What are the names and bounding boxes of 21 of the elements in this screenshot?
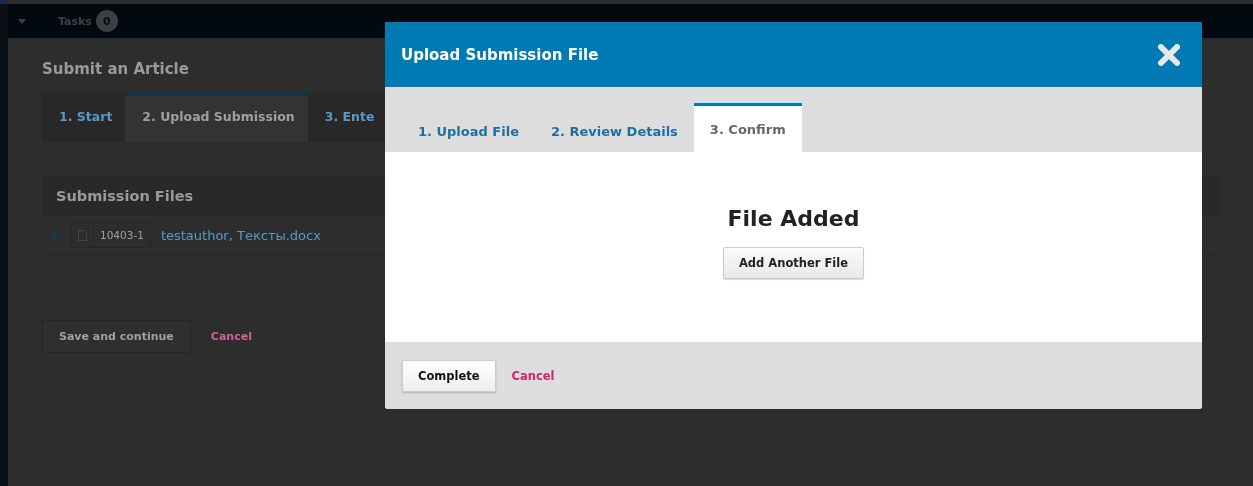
tab[interactable]: 1. Start — [42, 93, 126, 142]
add-file-button[interactable]: Add Another File — [722, 247, 865, 279]
file-id: 10403-1 — [93, 223, 150, 247]
confirmation-heading: File Added — [727, 206, 860, 231]
tab[interactable]: 1. Upload File — [402, 110, 535, 152]
save-button[interactable]: Save and continue — [42, 320, 191, 353]
file-link[interactable]: testauthor, Тексты.docx — [160, 227, 321, 243]
modal-title: Upload Submission File — [401, 45, 599, 64]
tab[interactable]: 2. Upload Submission — [125, 93, 308, 142]
caret-icon[interactable] — [18, 18, 26, 24]
page-title: Submit an Article — [42, 60, 190, 80]
tab[interactable]: 3. Confirm — [693, 103, 802, 152]
close-icon[interactable] — [1158, 43, 1180, 66]
tab[interactable]: 2. Review Details — [535, 110, 694, 152]
tab[interactable]: 3. Ente — [307, 93, 388, 142]
tasks-count: 0 — [95, 10, 118, 32]
cancel-link[interactable]: Cancel — [210, 330, 252, 343]
cancel-link[interactable]: Cancel — [511, 368, 555, 383]
expand-icon[interactable] — [52, 231, 57, 239]
complete-button[interactable]: Complete — [402, 359, 496, 392]
panel-title: Submission Files — [56, 187, 194, 204]
